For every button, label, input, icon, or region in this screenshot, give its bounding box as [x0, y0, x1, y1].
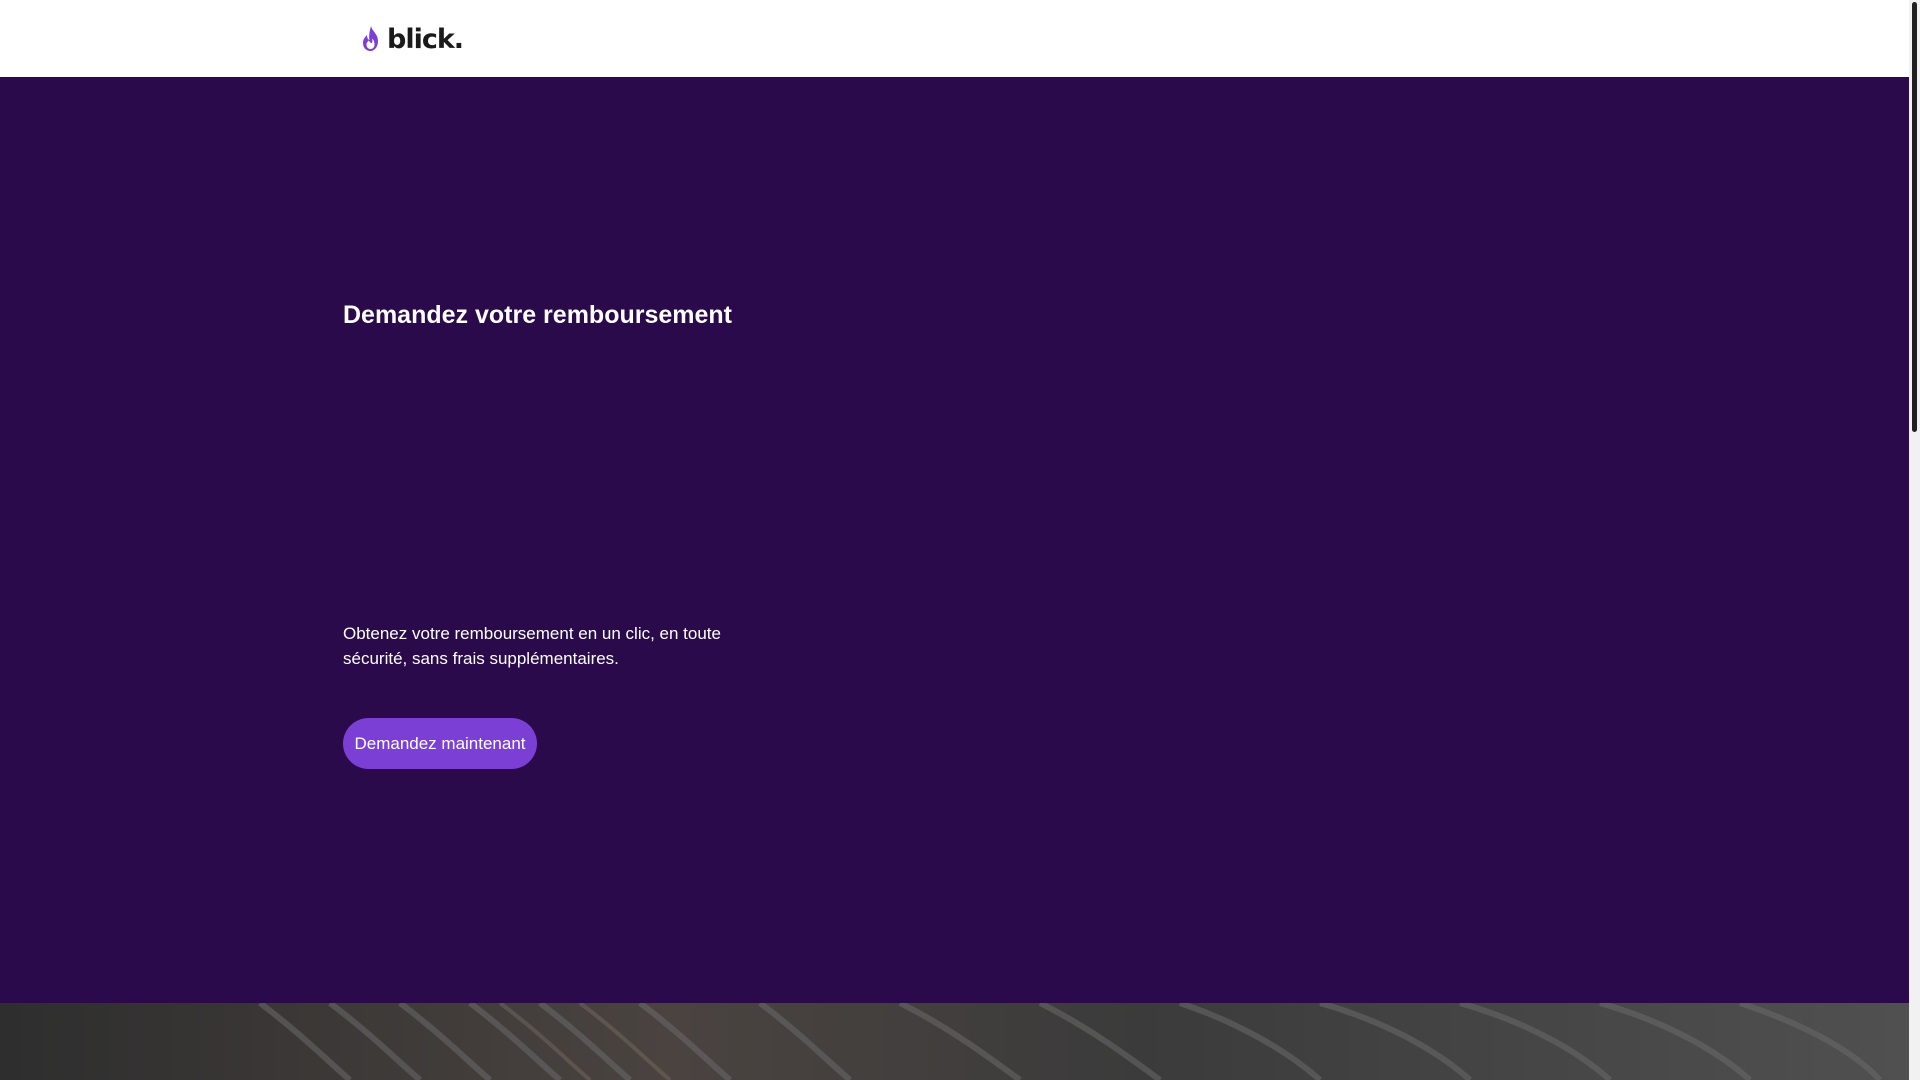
hero-title: Demandez votre remboursement — [343, 301, 733, 329]
flame-icon — [363, 26, 378, 51]
vertical-scrollbar[interactable] — [1909, 0, 1920, 1080]
abstract-pattern-image — [0, 1003, 1909, 1080]
page: blick. Demandez votre remboursement Obte… — [0, 0, 1909, 1080]
brand-logo-link[interactable]: blick. — [359, 22, 464, 56]
hero-section: Demandez votre remboursement Obtenez vot… — [0, 77, 1909, 1003]
top-navbar: blick. — [0, 0, 1909, 77]
decorative-image-strip — [0, 1003, 1909, 1080]
scrollbar-thumb[interactable] — [1912, 2, 1917, 432]
request-now-button[interactable]: Demandez maintenant — [343, 718, 537, 769]
hero-description: Obtenez votre remboursement en un clic, … — [343, 624, 721, 668]
brand-logo-text: blick. — [387, 23, 464, 55]
